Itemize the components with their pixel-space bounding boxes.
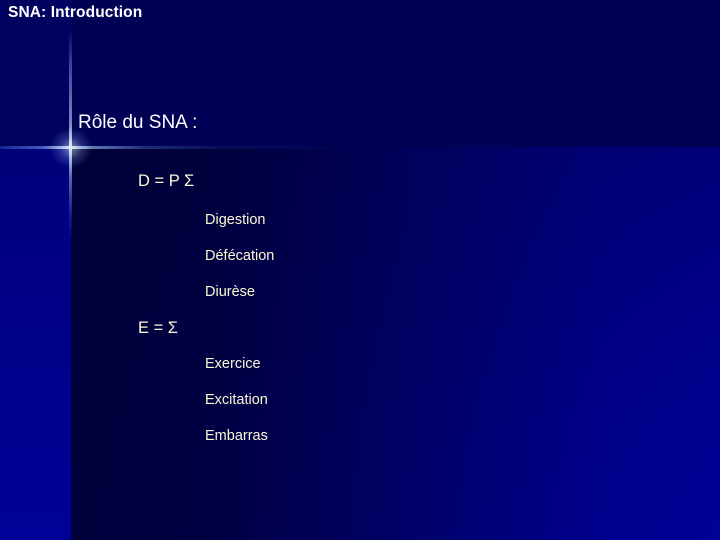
- list-item: Défécation: [205, 248, 275, 264]
- list-item: Exercice: [205, 356, 261, 372]
- list-item: Embarras: [205, 428, 268, 444]
- formula-d-equals-p-sigma: D = P Σ: [138, 172, 195, 190]
- list-item: Digestion: [205, 212, 266, 228]
- list-item: Excitation: [205, 392, 268, 408]
- slide-title: SNA: Introduction: [8, 4, 143, 21]
- presentation-slide: SNA: Introduction Rôle du SNA : D = P Σ …: [0, 0, 720, 540]
- formula-e-equals-sigma: E = Σ: [138, 319, 179, 337]
- slide-heading: Rôle du SNA :: [78, 112, 198, 133]
- list-item: Diurèse: [205, 284, 255, 300]
- slide-content-layer: SNA: Introduction Rôle du SNA : D = P Σ …: [0, 0, 720, 540]
